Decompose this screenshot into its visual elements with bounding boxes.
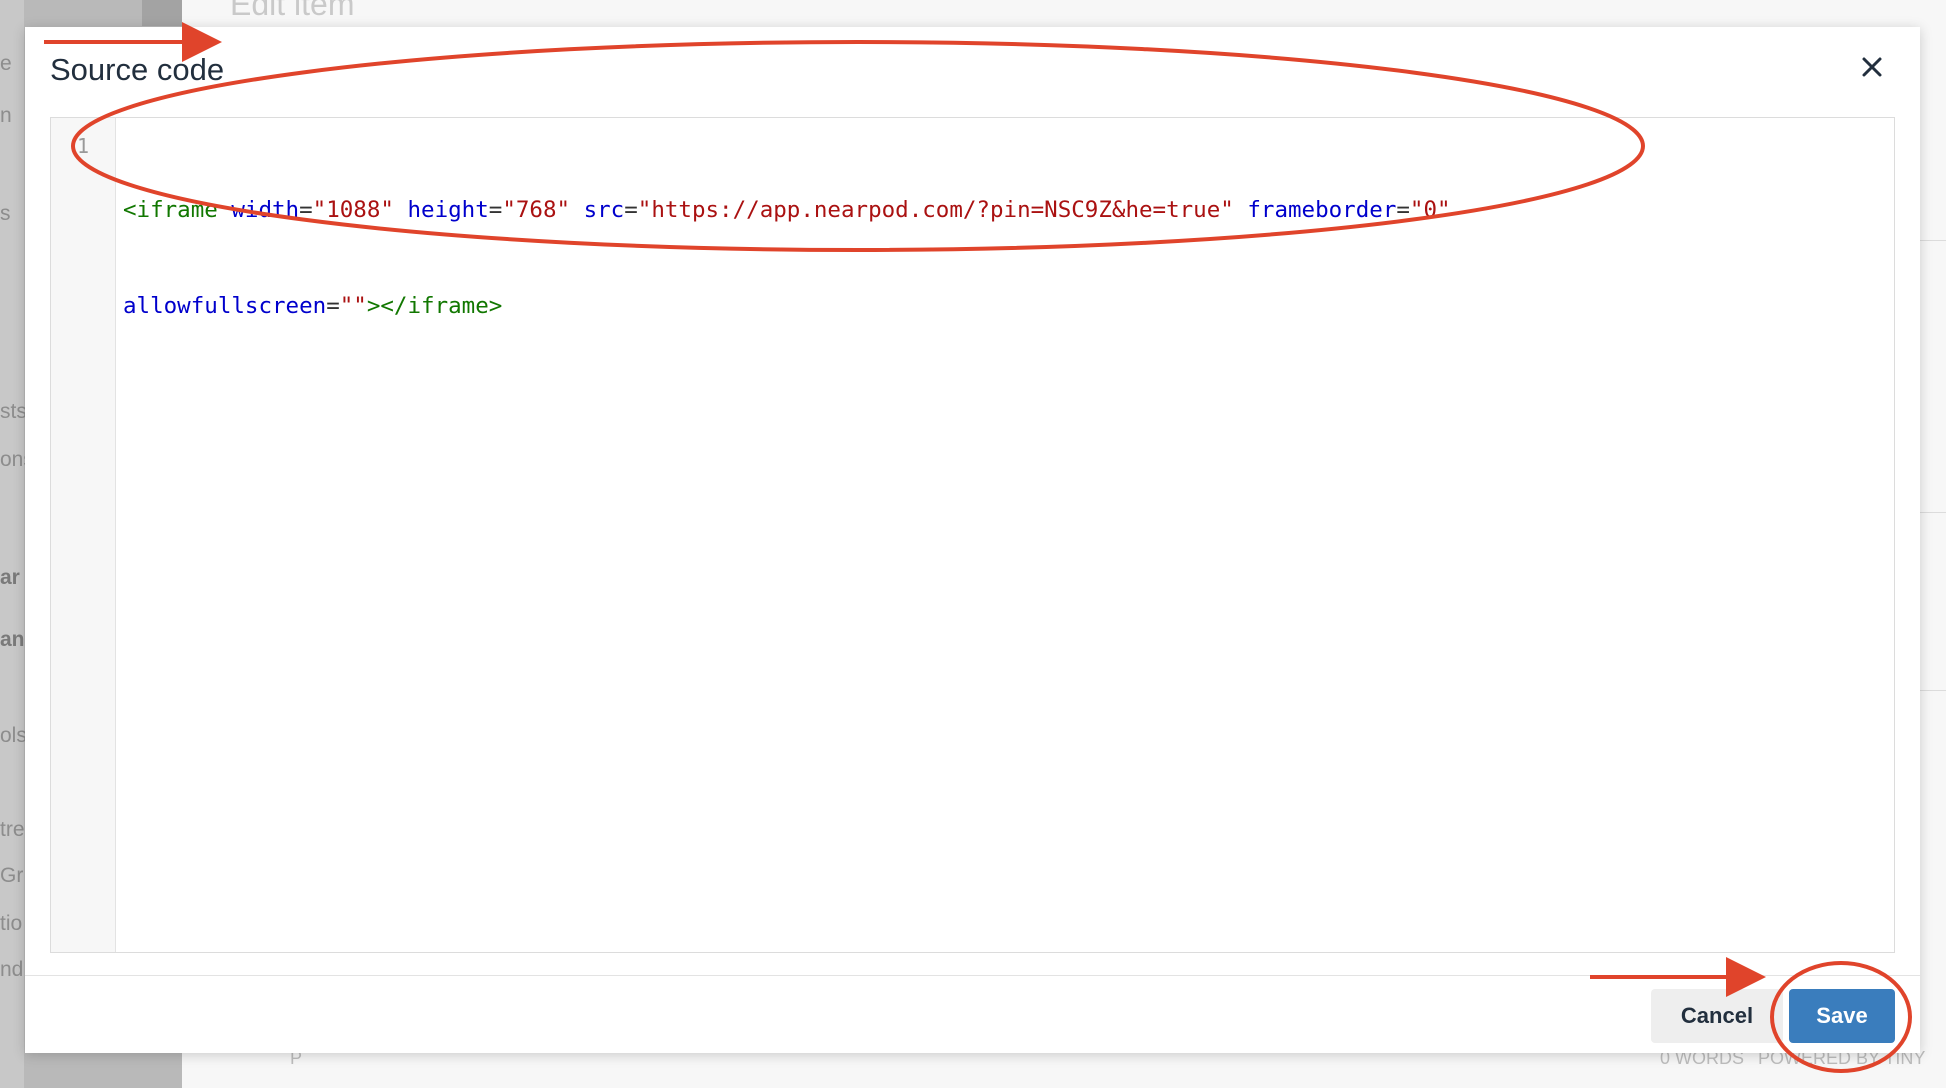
save-button[interactable]: Save xyxy=(1789,989,1895,1043)
code-token-punct: = xyxy=(1396,197,1410,223)
background-sidebar-item: ar xyxy=(0,566,20,589)
line-number: 1 xyxy=(76,134,90,158)
code-token-punct: = xyxy=(299,197,313,223)
background-divider xyxy=(1917,690,1946,691)
code-token-punct xyxy=(218,197,232,223)
code-token-punct xyxy=(1234,197,1248,223)
code-token-tag: <iframe xyxy=(123,197,218,223)
source-code-editor[interactable]: 1 <iframe width="1088" height="768" src=… xyxy=(50,117,1895,953)
background-sidebar-item: Gr xyxy=(0,864,24,887)
code-token-str: "0" xyxy=(1409,197,1451,223)
background-sidebar-item: tio xyxy=(0,912,23,935)
close-icon xyxy=(1862,57,1882,77)
home-icon xyxy=(142,0,182,26)
code-token-attr: frameborder xyxy=(1247,197,1397,223)
background-sidebar-item: n xyxy=(0,104,12,127)
dialog-title: Source code xyxy=(50,52,225,87)
background-sidebar-item: ols xyxy=(0,724,27,747)
background-sidebar-item: s xyxy=(0,202,11,225)
line-number-gutter: 1 xyxy=(51,118,116,952)
background-divider xyxy=(1917,240,1946,241)
code-line[interactable]: <iframe width="1088" height="768" src="h… xyxy=(123,194,1643,226)
footer-divider xyxy=(25,975,1920,976)
code-token-attr: allowfullscreen xyxy=(123,293,327,319)
code-token-str: "" xyxy=(339,293,367,319)
code-token-str: "1088" xyxy=(312,197,394,223)
code-token-punct xyxy=(394,197,408,223)
code-token-punct: = xyxy=(488,197,503,223)
source-code-dialog: Source code 1 <iframe width="1088" heigh… xyxy=(25,27,1920,1053)
code-token-attr: height xyxy=(407,197,489,223)
code-token-punct: = xyxy=(624,197,638,223)
background-sidebar-item: sts xyxy=(0,400,27,423)
code-token-str: "768" xyxy=(502,197,571,223)
code-line-wrapped[interactable]: allowfullscreen=""></iframe> xyxy=(123,290,1643,322)
background-page-title: Edit item xyxy=(230,0,355,22)
background-sidebar-item: an xyxy=(0,628,25,651)
code-token-tag: ></iframe> xyxy=(366,293,503,319)
cancel-button[interactable]: Cancel xyxy=(1651,989,1783,1043)
background-divider xyxy=(1917,512,1946,513)
code-token-punct: = xyxy=(326,293,340,319)
code-token-attr: src xyxy=(583,197,625,223)
code-text[interactable]: <iframe width="1088" height="768" src="h… xyxy=(123,130,1643,386)
code-token-str: "https://app.nearpod.com/?pin=NSC9Z&he=t… xyxy=(637,197,1234,223)
code-token-attr: width xyxy=(231,197,300,223)
background-sidebar-item: tre xyxy=(0,818,25,841)
background-sidebar-item: nd xyxy=(0,958,24,981)
close-button[interactable] xyxy=(1852,47,1892,87)
background-sidebar-item: e xyxy=(0,52,12,75)
code-token-punct xyxy=(570,197,584,223)
